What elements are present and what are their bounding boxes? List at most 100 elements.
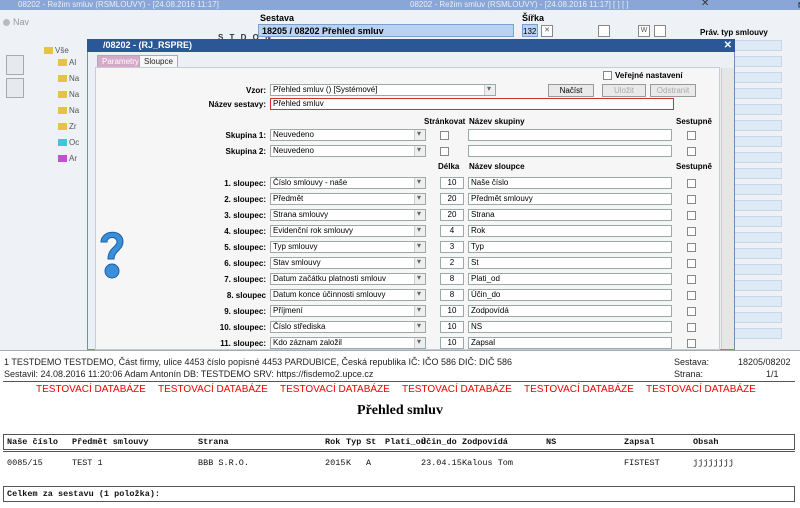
edit-icon[interactable] [654, 25, 666, 37]
tree-item[interactable]: Zr [58, 122, 77, 131]
nazev-sestavy-input[interactable]: Přehled smluv [270, 98, 674, 110]
sestupne-header: Sestupně [676, 162, 713, 171]
strankovat-checkbox[interactable] [440, 147, 449, 156]
background-close-icon[interactable]: ✕ [683, 0, 709, 9]
sestupne-checkbox[interactable] [687, 323, 696, 332]
column-name-input[interactable]: Plati_od [468, 273, 672, 285]
column-length-input[interactable]: 8 [440, 273, 464, 285]
test-db-banner: TESTOVACÍ DATABÁZE [402, 384, 512, 395]
skupina-select[interactable]: Neuvedeno [270, 145, 426, 157]
test-db-banner: TESTOVACÍ DATABÁZE [158, 384, 268, 395]
column-name-input[interactable]: Účin_do [468, 289, 672, 301]
column-length-input[interactable]: 10 [440, 337, 464, 349]
sestupne-checkbox[interactable] [687, 227, 696, 236]
tree-item[interactable]: Oc [58, 138, 79, 147]
sestupne-checkbox[interactable] [687, 307, 696, 316]
column-name-input[interactable]: Strana [468, 209, 672, 221]
column-field-select[interactable]: Strana smlouvy [270, 209, 426, 221]
tree-item[interactable]: Ar [58, 154, 77, 163]
sestupne-header: Sestupně [676, 117, 713, 126]
sestupne-checkbox[interactable] [687, 243, 696, 252]
column-length-input[interactable]: 10 [440, 177, 464, 189]
report-cell: 0085/15 [7, 458, 43, 468]
column-field-select[interactable]: Datum začátku platnosti smlouv [270, 273, 426, 285]
sestupne-checkbox[interactable] [687, 275, 696, 284]
report-sestava-label: Sestava: [674, 357, 710, 367]
column-name-input[interactable]: Zapsal [468, 337, 672, 349]
column-field-select[interactable]: Kdo záznam založil [270, 337, 426, 349]
tree-item[interactable]: Na [58, 90, 79, 99]
column-field-select[interactable]: Evidenční rok smlouvy [270, 225, 426, 237]
sestupne-checkbox[interactable] [687, 211, 696, 220]
sestupne-checkbox[interactable] [687, 147, 696, 156]
column-field-select[interactable]: Datum konce účinnosti smlouvy [270, 289, 426, 301]
restore-icon[interactable]: 🗗 [780, 0, 800, 9]
column-length-input[interactable]: 10 [440, 321, 464, 333]
sestupne-checkbox[interactable] [687, 339, 696, 348]
skupina-select[interactable]: Neuvedeno [270, 129, 426, 141]
nav-label[interactable]: Nav [3, 17, 29, 27]
tree-item[interactable]: Na [58, 106, 79, 115]
column-label: 6. sloupec: [224, 259, 266, 268]
nazev-skupiny-input[interactable] [468, 145, 672, 157]
dialog-close-icon[interactable]: ✕ [724, 39, 732, 52]
column-name-input[interactable]: Předmět smlouvy [468, 193, 672, 205]
report-cell: TEST 1 [72, 458, 103, 468]
column-field-select[interactable]: Předmět [270, 193, 426, 205]
column-field-select[interactable]: Číslo střediska [270, 321, 426, 333]
tree-item[interactable]: Na [58, 74, 79, 83]
column-name-input[interactable]: Naše číslo [468, 177, 672, 189]
test-db-banner: TESTOVACÍ DATABÁZE [280, 384, 390, 395]
column-name-input[interactable]: Rok [468, 225, 672, 237]
background-title-2: 08202 - Režim smluv (RSMLOUVY) - [24.08.… [410, 0, 629, 9]
tree-item[interactable]: Al [58, 58, 76, 67]
divider [3, 381, 795, 382]
report-column-header: Předmět smlouvy [72, 437, 149, 447]
column-length-input[interactable]: 20 [440, 209, 464, 221]
strankovat-checkbox[interactable] [440, 131, 449, 140]
column-length-input[interactable]: 10 [440, 305, 464, 317]
column-name-input[interactable]: Typ [468, 241, 672, 253]
column-field-select[interactable]: Číslo smlouvy - naše [270, 177, 426, 189]
column-name-input[interactable]: NS [468, 321, 672, 333]
sestupne-checkbox[interactable] [687, 291, 696, 300]
delka-header: Délka [438, 162, 460, 171]
odstranit-button[interactable]: Odstranit [650, 84, 696, 97]
sirka-field[interactable]: 132 [522, 24, 538, 37]
column-field-select[interactable]: Příjmení [270, 305, 426, 317]
ulozit-button[interactable]: Uložit [602, 84, 646, 97]
nazev-skupiny-input[interactable] [468, 129, 672, 141]
folder-icon [58, 91, 67, 98]
word-icon[interactable]: W [638, 25, 650, 37]
verejne-label: Veřejné nastavení [615, 71, 683, 80]
vzor-select[interactable]: Přehled smluv () [Systémové] [270, 84, 496, 96]
sestupne-checkbox[interactable] [687, 131, 696, 140]
sps-icon[interactable] [6, 55, 24, 75]
verejne-checkbox[interactable] [603, 71, 612, 80]
print-icon[interactable] [598, 25, 610, 37]
dbbox-icon[interactable] [6, 78, 24, 98]
nacist-button[interactable]: Načíst [548, 84, 594, 97]
column-length-input[interactable]: 4 [440, 225, 464, 237]
column-field-select[interactable]: Typ smlouvy [270, 241, 426, 253]
folder-icon [58, 75, 67, 82]
column-field-select[interactable]: Stav smlouvy [270, 257, 426, 269]
column-length-input[interactable]: 2 [440, 257, 464, 269]
column-length-input[interactable]: 20 [440, 193, 464, 205]
dialog-scrollbar[interactable] [721, 68, 734, 349]
folder-icon [58, 107, 67, 114]
tree-root[interactable]: Vše [44, 46, 69, 55]
sestupne-checkbox[interactable] [687, 179, 696, 188]
column-name-input[interactable]: Zodpovídá [468, 305, 672, 317]
column-label: 11. sloupec: [220, 339, 266, 348]
nazev-sestavy-label: Název sestavy: [208, 100, 266, 109]
nazev-sloupce-header: Název sloupce [469, 162, 525, 171]
sestava-field[interactable]: 18205 / 08202 Přehled smluv [258, 24, 514, 37]
column-name-input[interactable]: St [468, 257, 672, 269]
column-length-input[interactable]: 3 [440, 241, 464, 253]
sestupne-checkbox[interactable] [687, 195, 696, 204]
sestupne-checkbox[interactable] [687, 259, 696, 268]
close-icon[interactable]: ✕ [541, 25, 553, 37]
chevron-down-icon [414, 146, 425, 156]
column-length-input[interactable]: 8 [440, 289, 464, 301]
